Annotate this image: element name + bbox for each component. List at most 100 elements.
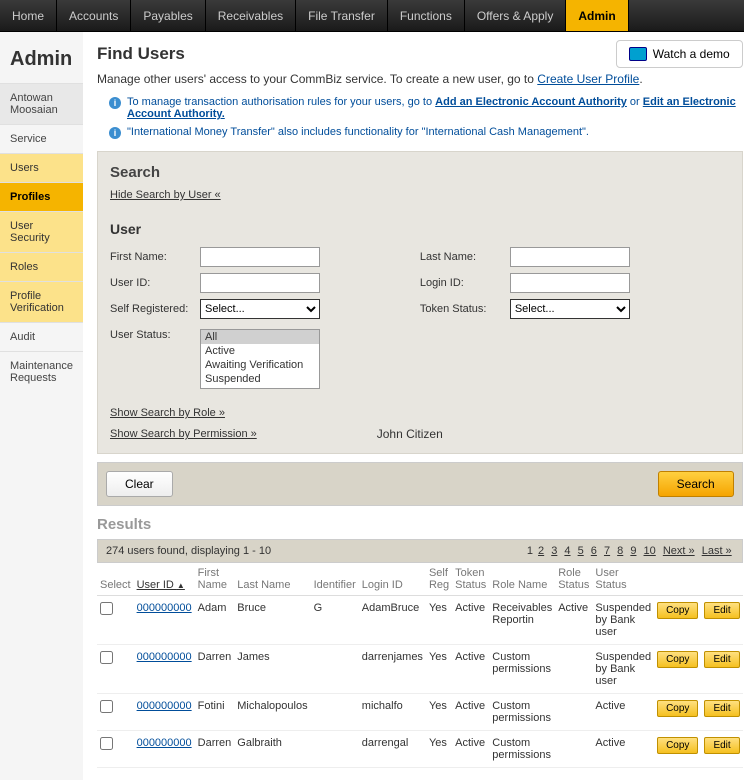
row-select-checkbox[interactable] xyxy=(100,737,113,750)
copy-button[interactable]: Copy xyxy=(657,602,698,619)
page-link[interactable]: 3 xyxy=(551,545,557,557)
topnav-offers-apply[interactable]: Offers & Apply xyxy=(465,0,566,31)
results-heading: Results xyxy=(97,516,743,533)
col-header: Login ID xyxy=(359,563,426,596)
sidebar-item-antowan-moosaian[interactable]: Antowan Moosaian xyxy=(0,83,83,124)
copy-button[interactable]: Copy xyxy=(657,737,698,754)
sidebar-item-user-security[interactable]: User Security xyxy=(0,211,83,252)
status-option[interactable]: Active xyxy=(201,344,319,358)
content: Watch a demo Find Users Manage other use… xyxy=(83,32,744,780)
info-icon: i xyxy=(109,127,121,139)
topnav-functions[interactable]: Functions xyxy=(388,0,465,31)
col-header: Role Status xyxy=(555,563,592,596)
sidebar-item-maintenance-requests[interactable]: Maintenance Requests xyxy=(0,351,83,392)
self-registered-select[interactable]: Select... xyxy=(200,299,320,319)
row-select-checkbox[interactable] xyxy=(100,602,113,615)
user-status-select[interactable]: AllActiveAwaiting VerificationSuspended xyxy=(200,329,320,389)
next-page-link[interactable]: Next » xyxy=(663,545,695,557)
search-button[interactable]: Search xyxy=(658,471,734,497)
results-summary-bar: 274 users found, displaying 1 - 10 1 2 3… xyxy=(97,539,743,563)
show-search-permission-link[interactable]: Show Search by Permission » xyxy=(110,428,257,440)
copy-button[interactable]: Copy xyxy=(657,651,698,668)
table-row: 000000000AdamBruceGAdamBruceYesActiveRec… xyxy=(97,596,743,645)
sidebar-item-users[interactable]: Users xyxy=(0,153,83,182)
page-link[interactable]: 2 xyxy=(538,545,544,557)
status-option[interactable]: All xyxy=(201,330,319,344)
login-id-input[interactable] xyxy=(510,273,630,293)
table-row: 000000000FotiniMichalopoulosmichalfoYesA… xyxy=(97,694,743,731)
col-header: Last Name xyxy=(234,563,310,596)
show-search-role-link[interactable]: Show Search by Role » xyxy=(110,407,225,419)
topnav-payables[interactable]: Payables xyxy=(131,0,205,31)
page-link[interactable]: 10 xyxy=(644,545,656,557)
hide-search-link[interactable]: Hide Search by User « xyxy=(110,189,221,201)
first-name-label: First Name: xyxy=(110,251,200,263)
edit-button[interactable]: Edit xyxy=(704,700,739,717)
last-name-label: Last Name: xyxy=(420,251,510,263)
last-name-input[interactable] xyxy=(510,247,630,267)
copy-button[interactable]: Copy xyxy=(657,700,698,717)
sidebar: Admin Antowan MoosaianServiceUsersProfil… xyxy=(0,32,83,780)
watch-demo-button[interactable]: Watch a demo xyxy=(616,40,743,68)
user-id-link[interactable]: 000000000 xyxy=(137,737,192,749)
col-header: User Status xyxy=(592,563,654,596)
topnav-receivables[interactable]: Receivables xyxy=(206,0,296,31)
token-status-select[interactable]: Select... xyxy=(510,299,630,319)
row-select-checkbox[interactable] xyxy=(100,651,113,664)
search-panel: Search Hide Search by User « User First … xyxy=(97,151,743,454)
col-header[interactable]: User ID ▲ xyxy=(134,563,195,596)
topnav-admin[interactable]: Admin xyxy=(566,0,628,31)
button-bar: Clear Search xyxy=(97,462,743,506)
topnav-accounts[interactable]: Accounts xyxy=(57,0,131,31)
user-id-link[interactable]: 000000000 xyxy=(137,602,192,614)
edit-button[interactable]: Edit xyxy=(704,651,739,668)
col-header: Self Reg xyxy=(426,563,452,596)
sidebar-item-service[interactable]: Service xyxy=(0,124,83,153)
page-link[interactable]: 9 xyxy=(630,545,636,557)
sidebar-item-profiles[interactable]: Profiles xyxy=(0,182,83,211)
table-row: 000000000DarrenJamesdarrenjamesYesActive… xyxy=(97,645,743,694)
user-heading: User xyxy=(110,221,730,237)
edit-button[interactable]: Edit xyxy=(704,737,739,754)
col-header: Identifier xyxy=(311,563,359,596)
search-heading: Search xyxy=(110,164,730,181)
page-link[interactable]: 5 xyxy=(578,545,584,557)
self-reg-label: Self Registered: xyxy=(110,303,200,315)
citizen-text: John Citizen xyxy=(377,427,443,441)
page-link[interactable]: 7 xyxy=(604,545,610,557)
topnav-home[interactable]: Home xyxy=(0,0,57,31)
row-select-checkbox[interactable] xyxy=(100,700,113,713)
topnav-file-transfer[interactable]: File Transfer xyxy=(296,0,388,31)
sort-asc-icon: ▲ xyxy=(177,581,185,590)
status-option[interactable]: Awaiting Verification xyxy=(201,358,319,372)
user-id-link[interactable]: 000000000 xyxy=(137,651,192,663)
info-icon: i xyxy=(109,97,121,109)
results-summary: 274 users found, displaying 1 - 10 xyxy=(106,545,271,557)
page-link[interactable]: 4 xyxy=(564,545,570,557)
intro-text: Manage other users' access to your CommB… xyxy=(97,72,743,86)
col-header: First Name xyxy=(195,563,235,596)
col-header: Token Status xyxy=(452,563,489,596)
create-user-profile-link[interactable]: Create User Profile xyxy=(537,72,639,86)
sidebar-item-profile-verification[interactable]: Profile Verification xyxy=(0,281,83,322)
user-id-input[interactable] xyxy=(200,273,320,293)
first-name-input[interactable] xyxy=(200,247,320,267)
sidebar-item-roles[interactable]: Roles xyxy=(0,252,83,281)
user-id-link[interactable]: 000000000 xyxy=(137,700,192,712)
token-status-label: Token Status: xyxy=(420,303,510,315)
col-header: Select xyxy=(97,563,134,596)
page-link[interactable]: 6 xyxy=(591,545,597,557)
page-link[interactable]: 8 xyxy=(617,545,623,557)
sidebar-title: Admin xyxy=(0,40,83,83)
col-header xyxy=(654,563,701,596)
top-nav: HomeAccountsPayablesReceivablesFile Tran… xyxy=(0,0,744,32)
sidebar-item-audit[interactable]: Audit xyxy=(0,322,83,351)
clear-button[interactable]: Clear xyxy=(106,471,173,497)
add-eaa-link[interactable]: Add an Electronic Account Authority xyxy=(435,96,627,108)
status-option[interactable]: Suspended xyxy=(201,372,319,386)
edit-button[interactable]: Edit xyxy=(704,602,739,619)
last-page-link[interactable]: Last » xyxy=(702,545,732,557)
table-row: 000000000DarrenGalbraithdarrengalYesActi… xyxy=(97,731,743,768)
user-id-label: User ID: xyxy=(110,277,200,289)
pager: 1 2 3 4 5 6 7 8 9 10 Next » Last » xyxy=(527,545,734,557)
